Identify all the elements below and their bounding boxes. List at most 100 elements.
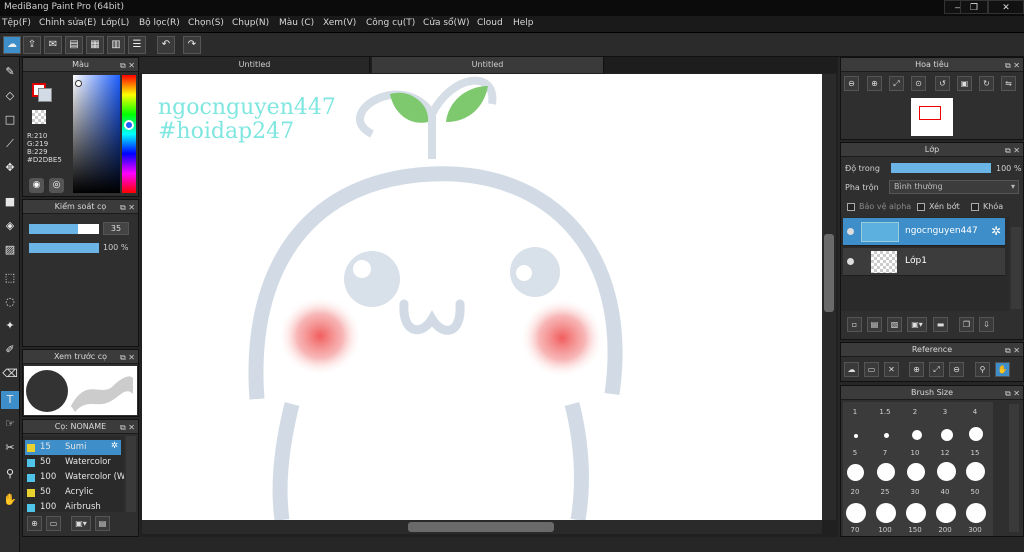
layer-row-text[interactable]: ngocnguyen447 ✲ xyxy=(843,218,1005,246)
tab-untitled-1[interactable]: Untitled xyxy=(140,57,370,73)
new-folder-icon[interactable]: ▬ xyxy=(933,317,948,332)
menu-layer[interactable]: Lớp(L) xyxy=(101,18,129,28)
menu-help[interactable]: Help xyxy=(513,18,534,28)
brush-size-option[interactable]: 25 xyxy=(873,488,897,498)
brush-size-option[interactable]: 15 xyxy=(963,449,987,459)
canvas-horizontal-scrollbar[interactable] xyxy=(142,520,822,534)
brush-size-value[interactable]: 35 xyxy=(103,222,129,235)
select-pen-tool-icon[interactable]: ✐ xyxy=(1,341,19,359)
panel-expand-icon[interactable]: ⧉ ✕ xyxy=(1005,144,1020,158)
brush-size-option[interactable]: 150 xyxy=(903,526,927,536)
brush-size-option[interactable]: 5 xyxy=(843,449,867,459)
brush-item-watercolor-wet[interactable]: 100 Watercolor (W xyxy=(25,470,124,485)
brush-item-acrylic[interactable]: 50 Acrylic xyxy=(25,485,121,500)
hue-slider[interactable] xyxy=(122,75,136,193)
color-settings-icon[interactable]: ◎ xyxy=(49,178,64,193)
layer-add-menu-icon[interactable]: ▣▾ xyxy=(907,317,927,332)
hue-slider-handle[interactable] xyxy=(124,120,134,130)
brush-item-watercolor[interactable]: 50 Watercolor xyxy=(25,455,121,470)
undo-icon[interactable]: ↶ xyxy=(157,36,175,54)
magic-wand-tool-icon[interactable]: ✦ xyxy=(1,317,19,335)
add-brush-icon[interactable]: ⊕ xyxy=(27,516,42,531)
dot-tool-icon[interactable]: ⟋ xyxy=(1,135,19,153)
fit-reference-icon[interactable]: ⤢ xyxy=(929,362,944,377)
brush-list-scrollbar[interactable] xyxy=(126,436,136,512)
reset-view-icon[interactable]: ▣ xyxy=(957,76,972,91)
grid-icon[interactable]: ▥ xyxy=(107,36,125,54)
text-tool-icon[interactable]: T xyxy=(1,391,19,409)
hand-icon[interactable]: ✋ xyxy=(995,362,1010,377)
new-8bit-layer-icon[interactable]: ▧ xyxy=(887,317,902,332)
brush-size-option[interactable]: 1.5 xyxy=(873,408,897,418)
brush-size-option[interactable]: 7 xyxy=(873,449,897,459)
list-icon[interactable]: ☰ xyxy=(128,36,146,54)
zoom-in-icon[interactable]: ⊕ xyxy=(909,362,924,377)
menu-tools[interactable]: Công cụ(T) xyxy=(366,18,415,28)
brush-opacity-slider[interactable] xyxy=(29,243,99,253)
horizontal-scroll-thumb[interactable] xyxy=(408,522,554,532)
brush-size-option[interactable]: 30 xyxy=(903,488,927,498)
actual-size-icon[interactable]: ⊙ xyxy=(911,76,926,91)
panel-expand-icon[interactable]: ⧉ ✕ xyxy=(120,421,135,435)
brush-size-option[interactable]: 100 xyxy=(873,526,897,536)
visibility-eye-icon[interactable] xyxy=(847,228,854,235)
layer-list-scrollbar[interactable] xyxy=(1011,227,1021,309)
brush-size-option[interactable]: 3 xyxy=(933,408,957,418)
menu-color[interactable]: Màu (C) xyxy=(279,18,314,28)
new-halftone-layer-icon[interactable]: ▤ xyxy=(867,317,882,332)
brush-size-option[interactable]: 40 xyxy=(933,488,957,498)
eyedropper-icon[interactable]: ⚲ xyxy=(975,362,990,377)
clipping-checkbox[interactable] xyxy=(917,203,925,211)
maximize-button[interactable]: ❐ xyxy=(960,0,988,14)
saturation-value-picker[interactable] xyxy=(73,75,120,193)
menu-select[interactable]: Chọn(S) xyxy=(188,18,224,28)
lock-checkbox[interactable] xyxy=(971,203,979,211)
brush-size-option[interactable]: 10 xyxy=(903,449,927,459)
navigator-preview[interactable] xyxy=(911,98,953,136)
chat-icon[interactable]: ▤ xyxy=(65,36,83,54)
zoom-out-icon[interactable]: ⊖ xyxy=(949,362,964,377)
duplicate-layer-icon[interactable]: ❐ xyxy=(959,317,974,332)
protect-alpha-checkbox[interactable] xyxy=(847,203,855,211)
menu-filter[interactable]: Bộ lọc(R) xyxy=(139,18,180,28)
select-tool-icon[interactable]: ⬚ xyxy=(1,269,19,287)
brush-size-slider[interactable] xyxy=(29,224,99,234)
vertical-scroll-thumb[interactable] xyxy=(824,234,834,312)
panel-expand-icon[interactable]: ⧉ ✕ xyxy=(120,351,135,365)
zoom-out-icon[interactable]: ⊖ xyxy=(844,76,859,91)
brush-item-sumi[interactable]: 15 Sumi ✲ xyxy=(25,440,121,455)
document-icon[interactable]: ▦ xyxy=(86,36,104,54)
bucket-tool-icon[interactable]: ◈ xyxy=(1,217,19,235)
fit-screen-icon[interactable]: ⤢ xyxy=(889,76,904,91)
brush-tool-icon[interactable]: ✎ xyxy=(1,63,19,81)
canvas-vertical-scrollbar[interactable] xyxy=(822,74,836,520)
visibility-eye-icon[interactable] xyxy=(847,258,854,265)
lasso-tool-icon[interactable]: ◌ xyxy=(1,293,19,311)
menu-file[interactable]: Tệp(F) xyxy=(2,18,31,28)
panel-expand-icon[interactable]: ⧉ ✕ xyxy=(120,59,135,73)
new-layer-icon[interactable]: ▫ xyxy=(847,317,862,332)
panel-expand-icon[interactable]: ⧉ ✕ xyxy=(1005,344,1020,358)
rotate-left-icon[interactable]: ↺ xyxy=(935,76,950,91)
brush-size-option[interactable]: 20 xyxy=(843,488,867,498)
gear-icon[interactable]: ✲ xyxy=(991,224,1001,238)
brush-size-option[interactable]: 200 xyxy=(933,526,957,536)
background-color-swatch[interactable] xyxy=(38,88,52,102)
panel-expand-icon[interactable]: ⧉ ✕ xyxy=(120,201,135,215)
gear-icon[interactable]: ✲ xyxy=(111,441,118,451)
close-reference-icon[interactable]: ✕ xyxy=(884,362,899,377)
cloud-icon[interactable]: ☁ xyxy=(3,36,21,54)
brush-menu-icon[interactable]: ▣▾ xyxy=(71,516,91,531)
hand-tool-icon[interactable]: ✋ xyxy=(1,491,19,509)
move-tool-icon[interactable]: ✥ xyxy=(1,159,19,177)
redo-icon[interactable]: ↷ xyxy=(183,36,201,54)
brush-size-option[interactable]: 300 xyxy=(963,526,987,536)
eraser-tool-icon[interactable]: ◇ xyxy=(1,87,19,105)
comment-icon[interactable]: ✉ xyxy=(44,36,62,54)
brush-size-option[interactable]: 70 xyxy=(843,526,867,536)
brush-size-scrollbar[interactable] xyxy=(1009,404,1019,532)
blend-mode-select[interactable]: Bình thường ▾ xyxy=(889,180,1019,194)
layer-opacity-slider[interactable] xyxy=(891,163,991,173)
menu-window[interactable]: Cửa sổ(W) xyxy=(423,18,469,28)
delete-brush-icon[interactable]: ▭ xyxy=(46,516,61,531)
